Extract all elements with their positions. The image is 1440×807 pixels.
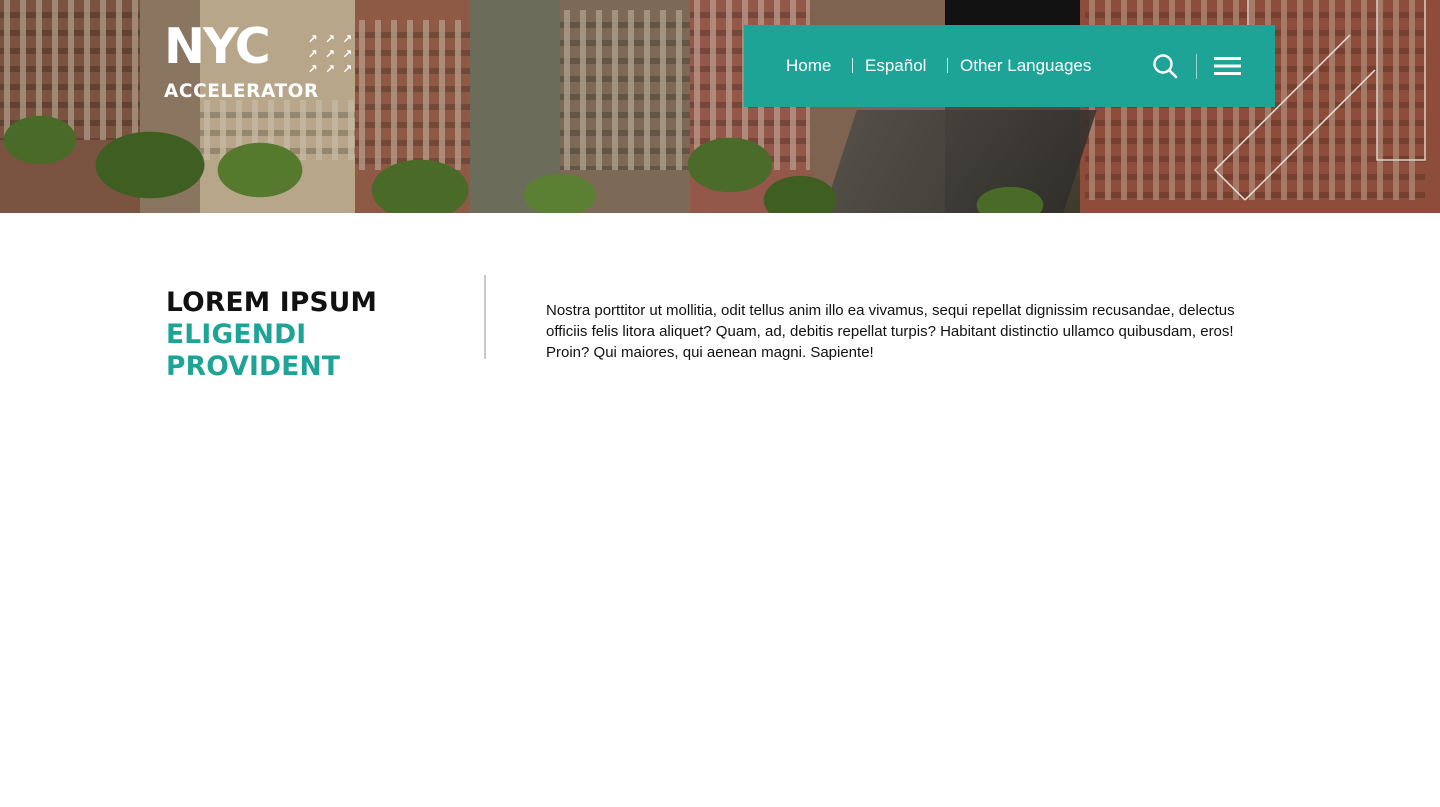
nav-separator [852,58,853,73]
search-icon[interactable] [1152,53,1178,79]
logo-arrow: ↗ [307,46,318,61]
logo-arrow: ↗ [324,46,336,61]
headline-line-2: ELIGENDI [166,318,307,350]
vertical-divider [484,275,486,359]
nav-link-home[interactable]: Home [786,55,831,77]
intro-paragraph: Nostra porttitor ut mollitia, odit tellu… [546,302,1235,361]
nav-separator [947,58,948,73]
logo-arrow: ↗ [307,61,318,76]
logo-arrow: ↗ [324,32,336,47]
nyc-accelerator-logo[interactable]: NYC ↗ ↗ ↗ ↗ ↗ ↗ ↗ ↗ ↗ ACCELERATOR [164,22,359,102]
logo-arrow: ↗ [342,46,353,61]
logo-arrows-icon: ↗ ↗ ↗ ↗ ↗ ↗ ↗ ↗ ↗ [304,32,356,76]
logo-arrow: ↗ [342,61,353,76]
nav-icon-divider [1196,54,1197,79]
headline-line-1: LOREM IPSUM [166,286,378,318]
logo-arrow: ↗ [342,32,353,47]
page-headline: LOREM IPSUM ELIGENDI PROVIDENT [166,287,466,383]
headline-line-3: PROVIDENT [166,350,341,382]
logo-arrow: ↗ [324,61,336,76]
nav-link-other-languages[interactable]: Other Languages [960,55,1091,77]
nav-link-espanol[interactable]: Español [865,55,926,77]
top-navigation-bar: Home Español Other Languages [744,25,1275,107]
logo-mark-text: NYC [164,18,271,75]
hamburger-menu-icon[interactable] [1214,56,1241,76]
logo-arrow: ↗ [307,32,318,47]
logo-wordmark-text: ACCELERATOR [164,81,319,102]
